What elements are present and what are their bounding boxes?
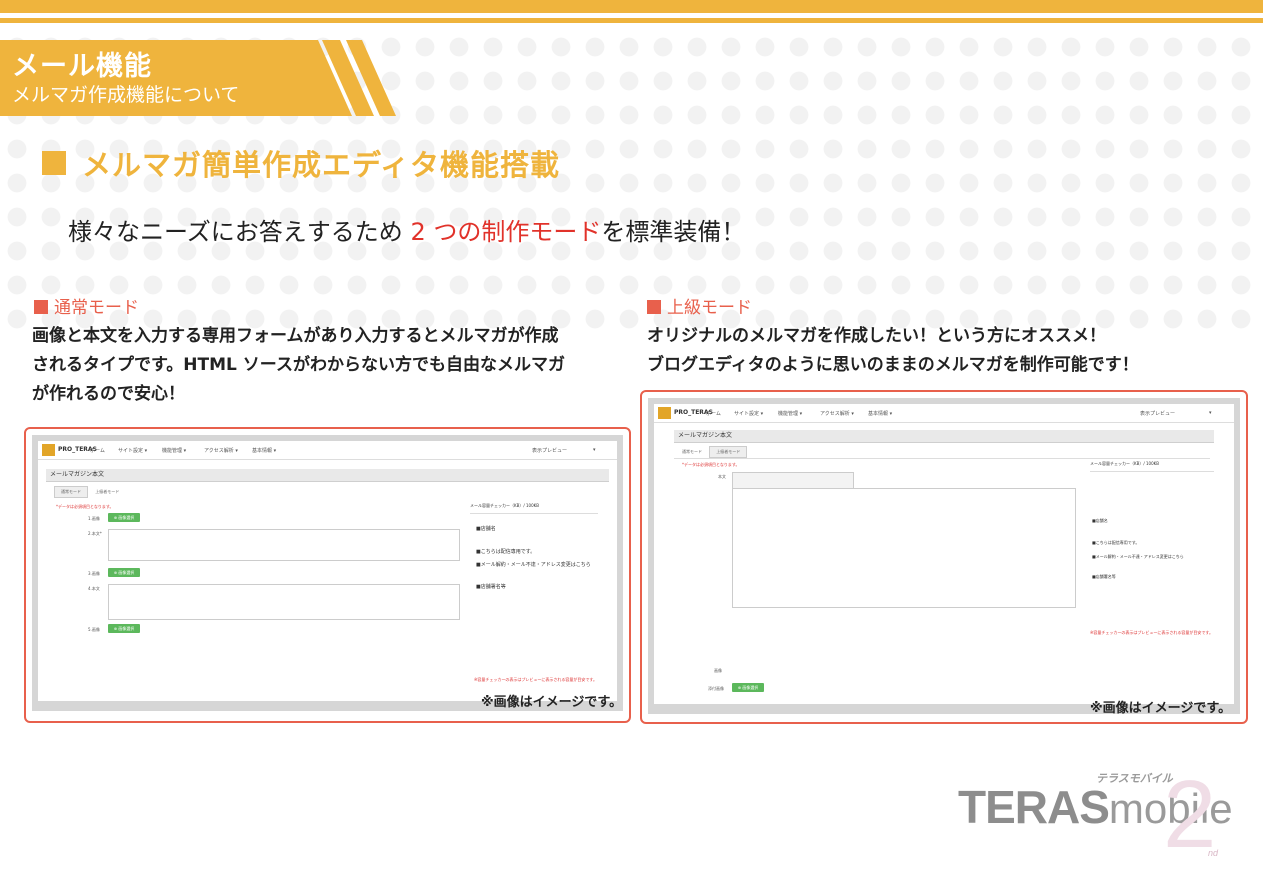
divider: [674, 458, 1210, 459]
screenshot-window: PRO_TERAS ホーム サイト設定 ▾ 機能管理 ▾ アクセス解析 ▾ 基本…: [654, 404, 1234, 704]
body-textarea[interactable]: [108, 584, 460, 620]
rich-text-editor[interactable]: [732, 488, 1076, 608]
image-select-button[interactable]: ⊕ 画像選択: [108, 513, 140, 522]
lead-part2: を標準装備！: [601, 218, 746, 246]
mode-title-normal: 通常モード: [34, 293, 139, 318]
header-subtitle: メルマガ作成機能について: [12, 84, 240, 106]
panel-title: メールマガジン本文: [674, 430, 1214, 443]
mode-desc-advanced: オリジナルのメルマガを作成したい！という方にオススメ！ ブログエディタのように思…: [647, 326, 1139, 375]
normal-mode-screenshot-frame: PRO_TERAS ホーム サイト設定 ▾ 機能管理 ▾ アクセス解析 ▾ 基本…: [24, 427, 631, 723]
lead-highlight: 2 つの制作モード: [410, 218, 602, 246]
heading-square-icon: [42, 151, 66, 175]
screenshot-window: PRO_TERAS ホーム サイト設定 ▾ 機能管理 ▾ アクセス解析 ▾ 基本…: [38, 441, 617, 701]
section-heading-text: メルマガ簡単作成エディタ機能搭載: [82, 148, 560, 182]
mode-tabs[interactable]: 通常モード 上級者モード: [682, 446, 748, 458]
logo-icon: [658, 407, 671, 419]
capacity-bar: [470, 513, 598, 514]
lead-part1: 様々なニーズにお答えするため: [68, 218, 411, 246]
image-caption: ※画像はイメージです。: [1090, 701, 1232, 716]
mode-square-icon: [647, 300, 661, 314]
top-band: [0, 0, 1263, 30]
mode-desc-normal: 画像と本文を入力する専用フォームがあり入力するとメルマガが作成 されるタイプです…: [32, 326, 565, 404]
teras-mobile-logo: TERASmobile テラスモバイル 2 nd: [958, 761, 1233, 868]
screenshot-navbar: PRO_TERAS ホーム サイト設定 ▾ 機能管理 ▾ アクセス解析 ▾ 基本…: [654, 404, 1234, 423]
lead-text: 様々なニーズにお答えするため 2 つの制作モードを標準装備！: [68, 212, 745, 247]
capacity-bar: [1090, 471, 1214, 472]
image-select-button[interactable]: ⊕ 画像選択: [108, 624, 140, 633]
image-select-button[interactable]: ⊕ 画像選択: [108, 568, 140, 577]
section-heading: メルマガ簡単作成エディタ機能搭載: [42, 142, 560, 184]
advanced-mode-screenshot-frame: PRO_TERAS ホーム サイト設定 ▾ 機能管理 ▾ アクセス解析 ▾ 基本…: [640, 390, 1248, 724]
screenshot-navbar: PRO_TERAS ホーム サイト設定 ▾ 機能管理 ▾ アクセス解析 ▾ 基本…: [38, 441, 617, 460]
screenshot-advanced: PRO_TERAS ホーム サイト設定 ▾ 機能管理 ▾ アクセス解析 ▾ 基本…: [648, 398, 1240, 714]
header-title: メール機能: [12, 51, 152, 82]
top-stripe: [0, 0, 1263, 13]
body-textarea[interactable]: [108, 529, 460, 561]
mode-title-advanced: 上級モード: [647, 293, 752, 318]
image-caption: ※画像はイメージです。: [481, 695, 623, 710]
panel-title: メールマガジン本文: [46, 469, 609, 482]
screenshot-normal: PRO_TERAS ホーム サイト設定 ▾ 機能管理 ▾ アクセス解析 ▾ 基本…: [32, 435, 623, 711]
mode-square-icon: [34, 300, 48, 314]
top-stripe-thin: [0, 18, 1263, 23]
mode-tabs[interactable]: 通常モード 上級者モード: [54, 486, 119, 498]
logo-icon: [42, 444, 55, 456]
image-select-button[interactable]: ⊕ 画像選択: [732, 683, 764, 692]
